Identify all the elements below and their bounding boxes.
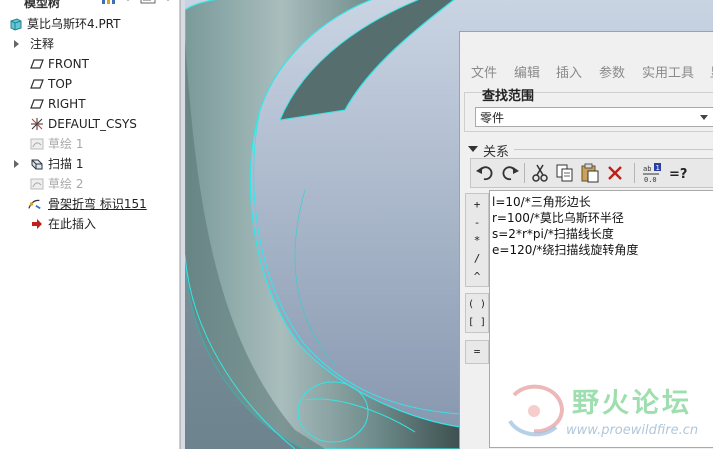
model-tree-panel: 模型树 莫比乌斯环4.PRT 注释 FRONT TOP RIGHT DEFAUL… xyxy=(0,0,180,449)
section-divider xyxy=(514,149,713,150)
svg-text:0.0: 0.0 xyxy=(644,176,657,184)
expand-arrow-icon[interactable] xyxy=(14,40,19,48)
csys-icon xyxy=(31,118,43,130)
relation-line: l=10/*三角形边长 xyxy=(492,195,591,209)
operator-power-button[interactable]: ^ xyxy=(466,268,488,286)
svg-text:ab: ab xyxy=(643,165,651,173)
arithmetic-operators: + - * / ^ xyxy=(465,193,489,287)
look-in-title: 查找范围 xyxy=(482,89,535,104)
copy-icon[interactable] xyxy=(554,162,576,184)
tree-item-label: 骨架折弯 标识151 xyxy=(48,197,147,211)
watermark-text: 野火论坛 xyxy=(572,388,692,419)
tree-item-label: RIGHT xyxy=(48,97,86,111)
relation-line: s=2*r*pi/*扫描线长度 xyxy=(492,227,614,241)
operator-minus-button[interactable]: - xyxy=(466,214,488,232)
operator-parentheses-button[interactable]: ( ) xyxy=(466,296,488,314)
menu-insert[interactable]: 插入 xyxy=(556,62,582,81)
tree-item-annotations[interactable]: 注释 xyxy=(0,34,180,54)
tree-item-sketch-2[interactable]: 草绘 2 xyxy=(0,174,180,194)
redo-icon[interactable] xyxy=(499,162,521,184)
chevron-down-icon[interactable] xyxy=(164,0,172,4)
tree-item-sketch-1[interactable]: 草绘 1 xyxy=(0,134,180,154)
tree-item-label: TOP xyxy=(48,77,73,91)
spinal-bend-icon xyxy=(28,199,41,210)
svg-text:=?: =? xyxy=(669,167,687,182)
operator-brackets-button[interactable]: [ ] xyxy=(466,314,488,332)
datum-plane-icon xyxy=(30,59,44,69)
expand-arrow-icon[interactable] xyxy=(14,160,19,168)
model-tree-title: 模型树 xyxy=(24,0,61,10)
assign-operators: = xyxy=(465,340,489,364)
tree-item-label: DEFAULT_CSYS xyxy=(48,117,137,131)
menu-parameters[interactable]: 参数 xyxy=(599,62,625,81)
relation-line: r=100/*莫比乌斯环半径 xyxy=(492,211,624,225)
evaluate-icon[interactable]: ab 1 0.0 xyxy=(641,162,663,184)
cut-icon[interactable] xyxy=(529,162,551,184)
tree-item-label: 注释 xyxy=(30,37,55,51)
relations-section-header[interactable]: 关系 xyxy=(466,141,713,160)
tree-item-label: 扫描 1 xyxy=(48,157,84,171)
menu-file[interactable]: 文件 xyxy=(471,62,497,81)
delete-icon[interactable] xyxy=(604,162,626,184)
operator-divide-button[interactable]: / xyxy=(466,250,488,268)
relations-toolbar: ab 1 0.0 =? xyxy=(470,158,713,188)
operator-column: + - * / ^ ( ) [ ] = xyxy=(465,190,489,448)
tree-item-sweep-1[interactable]: 扫描 1 xyxy=(0,154,180,174)
tree-item-front[interactable]: FRONT xyxy=(0,54,180,74)
part-icon xyxy=(10,18,22,31)
bracket-operators: ( ) [ ] xyxy=(465,293,489,333)
verify-icon[interactable]: =? xyxy=(667,162,689,184)
insert-here-icon xyxy=(32,219,42,229)
relation-line: e=120/*绕扫描线旋转角度 xyxy=(492,243,639,257)
sketch-icon xyxy=(30,138,44,150)
datum-plane-icon xyxy=(30,79,44,89)
toolbar-separator xyxy=(524,163,525,183)
menu-bar: 文件 编辑 插入 参数 实用工具 显 xyxy=(460,60,713,81)
collapse-arrow-icon[interactable] xyxy=(468,146,478,152)
tree-item-top[interactable]: TOP xyxy=(0,74,180,94)
tree-root-label: 莫比乌斯环4.PRT xyxy=(27,17,121,31)
undo-icon[interactable] xyxy=(474,162,496,184)
chevron-down-icon[interactable] xyxy=(700,115,708,120)
settings-icon[interactable] xyxy=(100,0,116,4)
sweep-icon xyxy=(31,159,43,170)
datum-plane-icon xyxy=(30,99,44,109)
menu-edit[interactable]: 编辑 xyxy=(514,62,540,81)
menu-utilities[interactable]: 实用工具 xyxy=(642,62,694,81)
tree-item-spinal-bend[interactable]: 骨架折弯 标识151 xyxy=(0,194,180,214)
toolbar-separator xyxy=(634,163,635,183)
sketch-icon xyxy=(30,178,44,190)
operator-multiply-button[interactable]: * xyxy=(466,232,488,250)
tree-item-label: FRONT xyxy=(48,57,89,71)
look-in-select[interactable]: 零件 xyxy=(475,107,713,127)
svg-text:1: 1 xyxy=(656,164,660,172)
look-in-value: 零件 xyxy=(480,111,505,125)
tree-root-part[interactable]: 莫比乌斯环4.PRT xyxy=(0,14,180,34)
watermark-url: www.proewildfire.cn xyxy=(566,423,699,438)
tree-item-label: 在此插入 xyxy=(48,217,97,231)
operator-equals-button[interactable]: = xyxy=(466,343,488,361)
operator-plus-button[interactable]: + xyxy=(466,196,488,214)
show-icon[interactable] xyxy=(140,0,156,4)
tree-item-right[interactable]: RIGHT xyxy=(0,94,180,114)
tree-item-insert-here[interactable]: 在此插入 xyxy=(0,214,180,234)
paste-icon[interactable] xyxy=(579,162,601,184)
tree-item-label: 草绘 1 xyxy=(48,137,84,151)
tree-item-default-csys[interactable]: DEFAULT_CSYS xyxy=(0,114,180,134)
tree-item-label: 草绘 2 xyxy=(48,177,84,191)
chevron-down-icon[interactable] xyxy=(124,0,132,4)
model-tree-header: 模型树 xyxy=(0,0,180,10)
